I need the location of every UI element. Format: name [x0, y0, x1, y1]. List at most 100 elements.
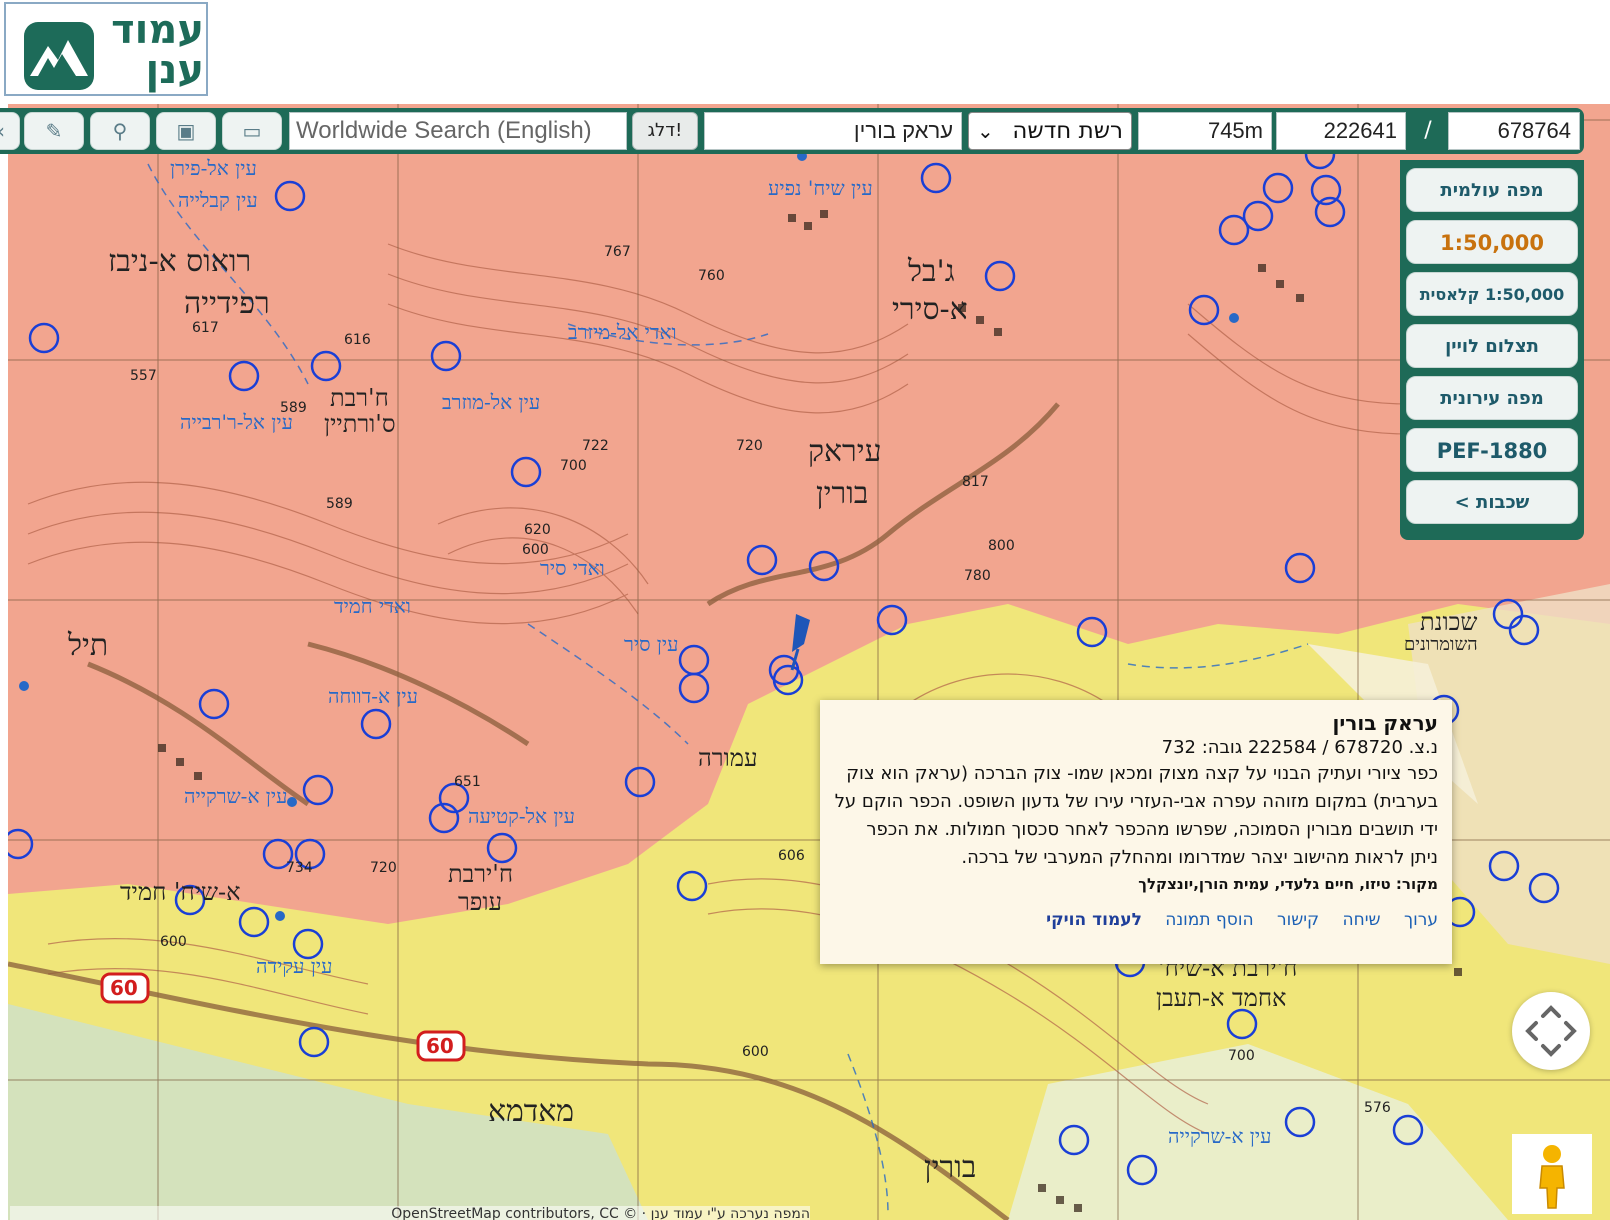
- site-logo[interactable]: עמוד ענן: [4, 2, 208, 96]
- map-label: א-סירי: [892, 292, 968, 327]
- spot-height: 589: [280, 400, 307, 416]
- spot-height: 600: [160, 934, 187, 950]
- map-label: בורין: [924, 1150, 977, 1185]
- jump-button[interactable]: דלג!: [632, 112, 698, 150]
- mountain-logo-icon: [24, 22, 94, 90]
- map-label: תיל: [68, 628, 109, 663]
- spring-label: ואדי חמיד: [334, 594, 411, 618]
- map-label: אחמד א-תעבן: [1156, 984, 1287, 1012]
- spring-label: עין א-דווחה: [328, 684, 418, 708]
- spot-height: 700: [560, 458, 587, 474]
- logo-line-2: ענן: [145, 47, 205, 93]
- top-toolbar: ‹ ✎ ⚲ ▣ ▭ Worldwide Search (English) דלג…: [0, 108, 1584, 154]
- map-label: השומרונים: [1404, 634, 1478, 655]
- popup-source: מקור: טיזו, חיים גלעדי, עמית הורן,יונצקל…: [1138, 875, 1438, 893]
- spot-height: 606: [778, 848, 805, 864]
- map-label: ח'רבת: [330, 384, 389, 412]
- chevron-left-icon: ‹: [0, 119, 5, 143]
- coord-y-field[interactable]: 678764: [1448, 112, 1580, 150]
- map-label: עיראק: [808, 434, 882, 469]
- spring-label: עין עקידה: [256, 954, 333, 978]
- edit-button[interactable]: ✎: [24, 112, 84, 150]
- spot-height: 576: [1364, 1100, 1391, 1116]
- map-label: א-שיח' חמיד: [120, 878, 241, 906]
- popup-coords: נ.צ. 678720 / 222584 גובה: 732: [1161, 737, 1438, 758]
- map-label: שכונת: [1420, 608, 1478, 636]
- popup-title: עראק בורין: [1332, 711, 1438, 735]
- add-image-link[interactable]: הוסף תמונה: [1165, 910, 1253, 930]
- road-number: 60: [426, 1034, 454, 1058]
- wiki-page-link[interactable]: לעמוד הויקי: [1046, 910, 1142, 930]
- coord-x-field[interactable]: 222641: [1276, 112, 1406, 150]
- spot-height: 600: [742, 1044, 769, 1060]
- spot-height: 800: [988, 538, 1015, 554]
- save-icon: ▣: [176, 119, 196, 143]
- map-layer-panel: מפה עולמית 1:50,000 1:50,000 קלאסית תצלו…: [1400, 160, 1584, 540]
- layers-button[interactable]: שכבות >: [1406, 480, 1578, 524]
- map-label: רפידייה: [184, 286, 270, 321]
- pin-icon: ⚲: [112, 119, 128, 143]
- save-button[interactable]: ▣: [156, 112, 216, 150]
- spot-height: 780: [964, 568, 991, 584]
- place-name-field[interactable]: עראק בורין: [704, 112, 962, 150]
- spring-label: עין א-שרקייה: [184, 784, 288, 808]
- chevron-down-icon: ⌄: [977, 119, 994, 143]
- spot-height: 720: [370, 860, 397, 876]
- edit-link[interactable]: ערוך: [1404, 910, 1438, 930]
- pan-control[interactable]: [1512, 992, 1590, 1070]
- scale-50k-button[interactable]: 1:50,000: [1406, 220, 1578, 264]
- city-map-button[interactable]: מפה עירונית: [1406, 376, 1578, 420]
- spring-label: ואדי סיר: [540, 556, 605, 580]
- folder-icon: ▭: [242, 119, 262, 143]
- spring-label: ואדי אל-מיזרב: [568, 320, 677, 344]
- spring-label: עין אל-מוזרב: [442, 390, 541, 414]
- spot-height: 600: [522, 542, 549, 558]
- spot-height: 557: [130, 368, 157, 384]
- spot-height: 722: [582, 438, 609, 454]
- map-attribution[interactable]: המפה נערכה ע"י עמוד ענן · © OpenStreetMa…: [10, 1206, 810, 1220]
- elevation-field[interactable]: 745m: [1138, 112, 1272, 150]
- spot-height: 620: [524, 522, 551, 538]
- open-button[interactable]: ▭: [222, 112, 282, 150]
- classic-50k-button[interactable]: 1:50,000 קלאסית: [1406, 272, 1578, 316]
- talk-link[interactable]: שיחה: [1343, 910, 1381, 930]
- spot-height: 720: [736, 438, 763, 454]
- place-info-popup: עראק בורין נ.צ. 678720 / 222584 גובה: 73…: [820, 700, 1452, 964]
- logo-line-1: עמוד: [111, 7, 204, 53]
- spring-label: עין אל-ר'רבייה: [180, 410, 293, 434]
- pegman-icon: [1539, 1145, 1565, 1209]
- spring-label: עין א-שרקייה: [1168, 1124, 1272, 1148]
- popup-links: ערוך שיחה קישור הוסף תמונה לעמוד הויקי: [834, 910, 1438, 930]
- spot-height: 760: [698, 268, 725, 284]
- worldwide-search-input[interactable]: Worldwide Search (English): [289, 112, 627, 150]
- pan-arrows-icon: [1525, 1005, 1577, 1057]
- map-label: מאדמא: [488, 1094, 575, 1129]
- spot-height: 817: [962, 474, 989, 490]
- spot-height: 617: [192, 320, 219, 336]
- pef-1880-button[interactable]: PEF-1880: [1406, 428, 1578, 472]
- world-map-button[interactable]: מפה עולמית: [1406, 168, 1578, 212]
- map-label: ס'ורתיין: [324, 410, 396, 438]
- spot-height: 700: [1228, 1048, 1255, 1064]
- permalink-link[interactable]: קישור: [1277, 910, 1319, 930]
- collapse-button[interactable]: ‹: [0, 112, 20, 150]
- topographic-map[interactable]: עיראק בורין ג'בל א-סירי רואוס א-ניבז רפי…: [8, 104, 1610, 1220]
- spring-label: עין שיח' נפיע: [768, 176, 873, 200]
- spot-height: 767: [604, 244, 631, 260]
- spot-height: 651: [454, 774, 481, 790]
- map-label: ח'ירבת: [448, 860, 514, 888]
- pin-button[interactable]: ⚲: [90, 112, 150, 150]
- pencil-icon: ✎: [45, 119, 63, 143]
- road-number: 60: [110, 976, 138, 1000]
- grid-select[interactable]: רשת חדשה ⌄: [968, 112, 1132, 150]
- map-label: בורין: [816, 476, 869, 511]
- map-label: עופר: [458, 888, 503, 916]
- spot-height: 589: [326, 496, 353, 512]
- spring-label: עין קבלייה: [178, 188, 258, 212]
- map-label: ג'בל: [908, 254, 955, 289]
- grid-select-value: רשת חדשה: [1012, 118, 1123, 144]
- street-view-control[interactable]: [1512, 1134, 1592, 1214]
- satellite-button[interactable]: תצלום לויין: [1406, 324, 1578, 368]
- spot-height: 734: [286, 860, 313, 876]
- spring-label: עין אל-פירן: [170, 156, 257, 180]
